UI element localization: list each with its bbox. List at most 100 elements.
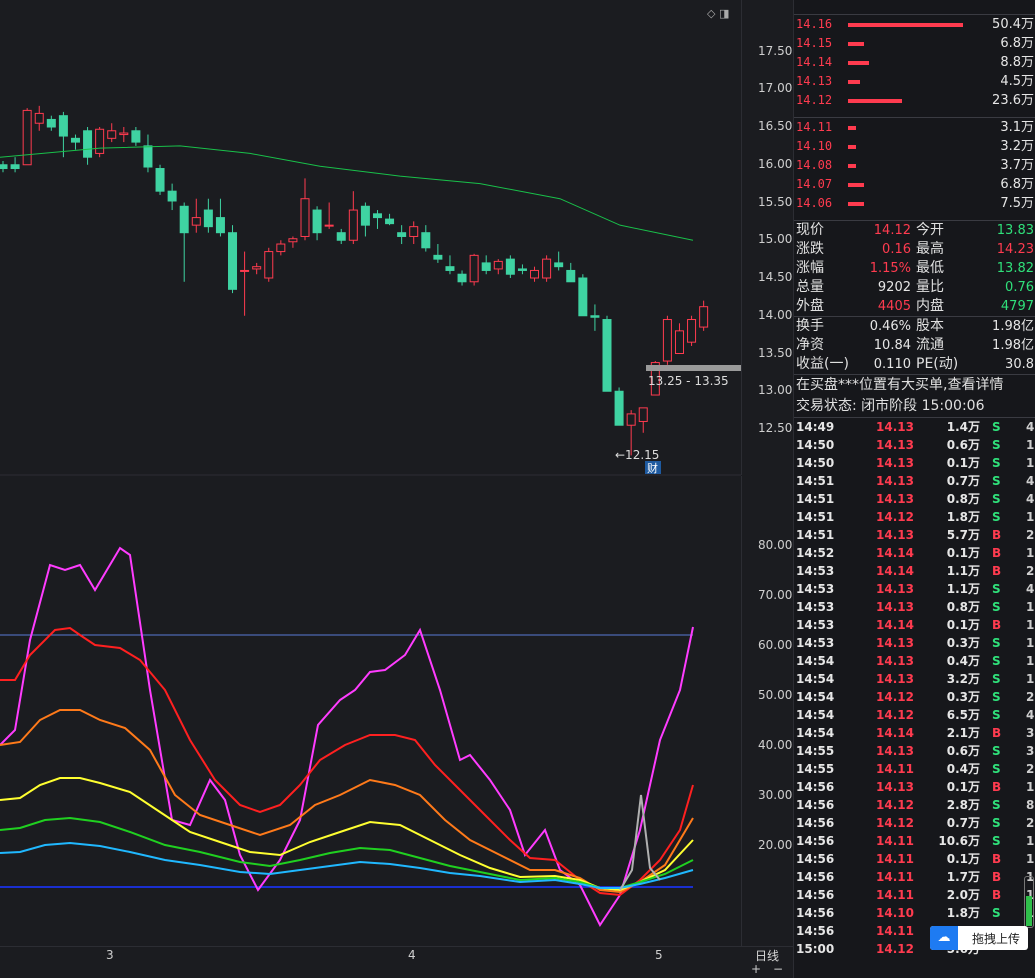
candle-body bbox=[155, 168, 165, 192]
quote-label: 内盘 bbox=[916, 298, 944, 314]
kline-chart[interactable]: 13.25 - 13.35 ←12.15 财 bbox=[0, 0, 741, 962]
trade-price: 14.12 bbox=[876, 708, 914, 722]
trade-time: 14:56 bbox=[796, 870, 835, 884]
trade-row: 14:50 14.13 0.6万 S 1 bbox=[794, 436, 1035, 454]
order-price: 14.07 bbox=[796, 177, 833, 191]
trade-time: 14:51 bbox=[796, 474, 835, 488]
quote-label: 今开 bbox=[916, 222, 944, 238]
trade-volume: 0.8万 bbox=[946, 492, 980, 506]
price-range-band bbox=[646, 365, 741, 371]
candle-body bbox=[119, 132, 129, 136]
trade-volume: 1.1万 bbox=[946, 582, 980, 596]
order-book-row[interactable]: 14.16 50.4万 bbox=[794, 15, 1035, 34]
trade-side: S bbox=[992, 834, 1001, 848]
trade-volume: 0.7万 bbox=[946, 474, 980, 488]
trade-price: 14.11 bbox=[876, 834, 914, 848]
trade-price: 14.12 bbox=[876, 816, 914, 830]
trade-count: 1 bbox=[1026, 780, 1035, 794]
price-tick: 17.00 bbox=[758, 81, 793, 96]
indicator-tick: 80.00 bbox=[758, 538, 793, 552]
trade-time: 14:56 bbox=[796, 906, 835, 920]
chart-tools[interactable]: ◇ ◨ bbox=[707, 7, 729, 20]
order-book-row[interactable]: 14.06 7.5万 bbox=[794, 194, 1035, 213]
trade-time: 14:54 bbox=[796, 672, 835, 686]
candle-body bbox=[493, 260, 503, 270]
order-volume: 23.6万 bbox=[992, 93, 1034, 108]
indicator-line bbox=[0, 777, 694, 892]
trade-volume: 0.3万 bbox=[946, 636, 980, 650]
zoom-in-button[interactable]: + bbox=[751, 962, 761, 976]
candle-body bbox=[300, 198, 310, 237]
trading-status: 交易状态: 闭市阶段 15:00:06 bbox=[796, 398, 985, 414]
zoom-out-button[interactable]: − bbox=[773, 962, 783, 976]
quote-value: 13.82 bbox=[996, 261, 1034, 276]
order-book-row[interactable]: 14.10 3.2万 bbox=[794, 137, 1035, 156]
fund-label: 净资 bbox=[796, 337, 824, 353]
trade-price: 14.11 bbox=[876, 888, 914, 902]
candle-body bbox=[10, 164, 20, 170]
indicator-tick: 20.00 bbox=[758, 838, 793, 852]
order-volume-bar bbox=[848, 202, 865, 206]
quote-label: 总量 bbox=[796, 279, 824, 295]
fund-value: 10.84 bbox=[873, 338, 911, 353]
trade-side: S bbox=[992, 654, 1001, 668]
trade-ticks[interactable]: 14:49 14.13 1.4万 S 4 14:50 14.13 0.6万 S 1 14:50 14.… bbox=[794, 417, 1035, 958]
trade-side: S bbox=[992, 492, 1001, 506]
candle-body bbox=[397, 232, 407, 237]
trade-volume: 0.1万 bbox=[946, 780, 980, 794]
candle-body bbox=[22, 109, 32, 166]
price-tick: 15.50 bbox=[758, 194, 793, 209]
quote-value: 1.15% bbox=[869, 261, 911, 276]
order-book-row[interactable]: 14.11 3.1万 bbox=[794, 118, 1035, 137]
trade-price: 14.13 bbox=[876, 582, 914, 596]
price-tick: 14.00 bbox=[758, 307, 793, 322]
volume-scrollbar[interactable] bbox=[1024, 876, 1034, 928]
trade-side: S bbox=[992, 456, 1001, 470]
candle-body bbox=[360, 205, 370, 226]
trade-price: 14.14 bbox=[876, 546, 914, 560]
trade-volume: 0.8万 bbox=[946, 600, 980, 614]
quote-row: 涨幅 1.15% 最低 13.82 bbox=[794, 259, 1035, 278]
trade-row: 14:52 14.14 0.1万 B 1 bbox=[794, 544, 1035, 562]
fund-label: PE(动) bbox=[916, 356, 959, 372]
trade-time: 14:56 bbox=[796, 798, 835, 812]
order-book-row[interactable]: 14.15 6.8万 bbox=[794, 34, 1035, 53]
order-book-row[interactable]: 14.14 8.8万 bbox=[794, 53, 1035, 72]
indicator-axis: 80.00 70.00 60.00 50.00 40.00 30.00 20.00 bbox=[741, 476, 794, 946]
order-price: 14.16 bbox=[796, 17, 833, 31]
candle-body bbox=[264, 251, 274, 279]
candle-body bbox=[34, 112, 44, 124]
candle-body bbox=[336, 232, 346, 241]
candle-body bbox=[372, 213, 382, 219]
trade-volume: 6.5万 bbox=[946, 708, 980, 722]
price-tick: 12.50 bbox=[758, 421, 793, 435]
candle-body bbox=[107, 130, 117, 139]
trade-row: 14:55 14.13 0.6万 S 3 bbox=[794, 742, 1035, 760]
trade-volume: 0.1万 bbox=[946, 546, 980, 560]
upload-button[interactable]: ☁ 拖拽上传 bbox=[930, 926, 1028, 950]
order-price: 14.14 bbox=[796, 55, 833, 69]
order-book-row[interactable]: 14.07 6.8万 bbox=[794, 175, 1035, 194]
quote-label: 最高 bbox=[916, 241, 944, 257]
trade-count: 4 bbox=[1026, 474, 1035, 488]
date-label: 4 bbox=[408, 948, 416, 962]
order-book-row[interactable]: 14.13 4.5万 bbox=[794, 72, 1035, 91]
trade-row: 14:54 14.13 3.2万 S 10 bbox=[794, 670, 1035, 688]
order-volume-bar bbox=[848, 183, 865, 187]
trade-time: 14:56 bbox=[796, 888, 835, 902]
quote-panel: 14.16 50.4万 14.15 6.8万 14.14 8.8万 14.13 4.5万 14.… bbox=[793, 0, 1035, 978]
zoom-controls[interactable]: + − bbox=[741, 962, 793, 978]
order-volume: 8.8万 bbox=[1000, 55, 1034, 70]
trade-volume: 0.6万 bbox=[946, 438, 980, 452]
trade-time: 14:53 bbox=[796, 600, 835, 614]
order-book-row[interactable]: 14.08 3.7万 bbox=[794, 156, 1035, 175]
fund-value: 1.98亿 bbox=[992, 338, 1034, 353]
big-order-message[interactable]: 在买盘***位置有大买单,查看详情 bbox=[794, 374, 1035, 396]
candle-body bbox=[143, 145, 153, 168]
trade-price: 14.12 bbox=[876, 510, 914, 524]
price-tick: 16.00 bbox=[758, 156, 793, 171]
candle-body bbox=[131, 130, 141, 143]
order-book-row[interactable]: 14.12 23.6万 bbox=[794, 91, 1035, 110]
trade-volume: 1.7万 bbox=[946, 870, 980, 884]
trade-row: 14:51 14.13 5.7万 B 2 bbox=[794, 526, 1035, 544]
